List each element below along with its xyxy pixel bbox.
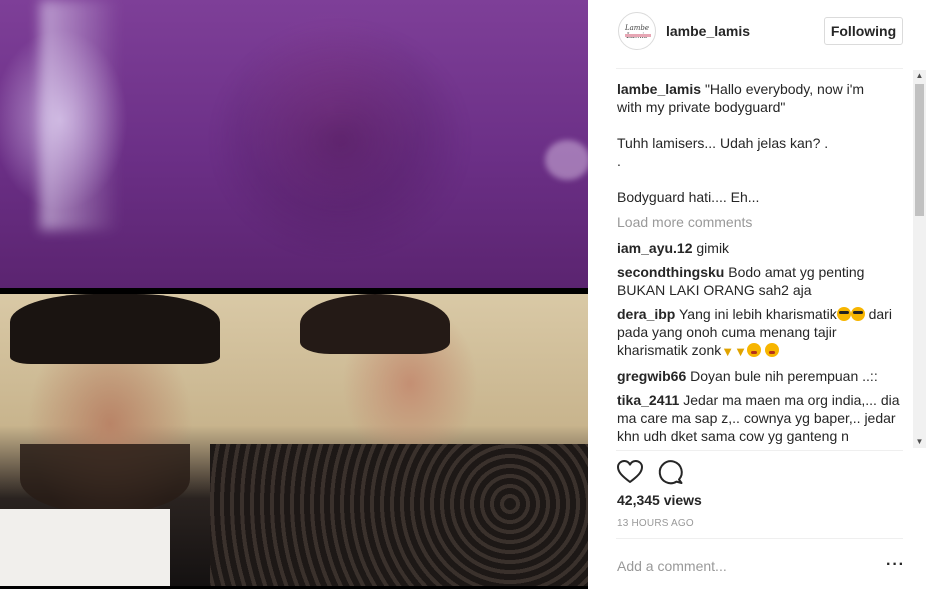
caption: lambe_lamis "Hallo everybody, now i'm wi… <box>617 80 907 206</box>
caption-text: Tuhh lamisers... Udah jelas kan? . <box>617 135 829 151</box>
comment-text: Doyan bule nih perempuan ..:: <box>690 368 878 384</box>
comment-username[interactable]: gregwib66 <box>617 368 686 384</box>
media-frame-top <box>0 0 590 288</box>
comment-username[interactable]: secondthingsku <box>617 264 724 280</box>
caption-text: Bodyguard hati.... Eh... <box>617 189 760 205</box>
comment-text: gimik <box>696 240 730 256</box>
list-item: dera_ibp Yang ini lebih kharismatik dari… <box>617 305 907 361</box>
sunglasses-emoji-icon <box>850 307 865 321</box>
more-options-icon[interactable]: ··· <box>886 556 905 574</box>
thumbs-down-icon: ▼ <box>734 344 748 359</box>
scrollbar-thumb[interactable] <box>915 84 924 216</box>
add-comment-input[interactable] <box>617 557 867 575</box>
sunglasses-emoji-icon <box>836 307 851 321</box>
tongue-face-emoji-icon <box>764 343 779 357</box>
post-side-panel: Lambe Lamis lambe_lamis Following lambe_… <box>593 0 926 589</box>
media-shape <box>210 444 588 586</box>
media-shape <box>10 294 220 364</box>
caption-username[interactable]: lambe_lamis <box>617 81 701 97</box>
like-button[interactable] <box>616 458 644 486</box>
list-item: gregwib66 Doyan bule nih perempuan ..:: <box>617 367 907 385</box>
load-more-comments-link[interactable]: Load more comments <box>617 213 907 231</box>
list-item: iam_ayu.12 gimik <box>617 239 907 257</box>
caption-text: . <box>617 153 621 169</box>
avatar-logo-bar <box>625 34 651 37</box>
heart-icon <box>617 460 643 483</box>
media-shape <box>0 509 170 586</box>
caption-text: with my private bodyguard" <box>617 99 786 115</box>
comment-username[interactable]: iam_ayu.12 <box>617 240 693 256</box>
tongue-face-emoji-icon <box>747 343 762 357</box>
media-frame-bottom <box>0 294 588 586</box>
comment-text: Yang ini lebih kharismatik <box>679 306 837 322</box>
comment-bubble-icon <box>658 460 683 485</box>
header-divider <box>616 68 903 69</box>
view-count[interactable]: 42,345 views <box>617 492 702 508</box>
comment-button[interactable] <box>657 458 685 486</box>
following-button[interactable]: Following <box>824 17 903 45</box>
avatar-logo-text: Lambe Lamis <box>624 24 650 40</box>
caption-text: "Hallo everybody, now i'm <box>704 81 865 97</box>
comment-username[interactable]: dera_ibp <box>617 306 675 322</box>
media-blur <box>545 140 590 180</box>
media-blur <box>40 0 120 230</box>
post-header: Lambe Lamis lambe_lamis Following <box>593 0 926 68</box>
avatar[interactable]: Lambe Lamis <box>618 12 656 50</box>
media-shape <box>20 444 190 514</box>
list-item: secondthingsku Bodo amat yg penting BUKA… <box>617 263 907 299</box>
media-blur <box>210 20 470 260</box>
post-username[interactable]: lambe_lamis <box>666 23 750 39</box>
thumbs-down-icon: ▼ <box>721 344 735 359</box>
comment-username[interactable]: tika_2411 <box>617 392 679 408</box>
post-actions <box>616 458 716 486</box>
add-comment-divider <box>616 538 903 539</box>
comments-list[interactable]: lambe_lamis "Hallo everybody, now i'm wi… <box>617 80 907 448</box>
scroll-down-arrow-icon[interactable]: ▼ <box>913 436 926 448</box>
post-timestamp[interactable]: 13 HOURS AGO <box>617 518 694 529</box>
comments-scrollbar[interactable]: ▲ ▼ <box>913 70 926 448</box>
actions-divider <box>616 450 903 451</box>
post-media[interactable] <box>0 0 593 589</box>
media-shape <box>300 294 450 354</box>
scroll-up-arrow-icon[interactable]: ▲ <box>913 70 926 82</box>
list-item: tika_2411 Jedar ma maen ma org india,...… <box>617 391 907 445</box>
